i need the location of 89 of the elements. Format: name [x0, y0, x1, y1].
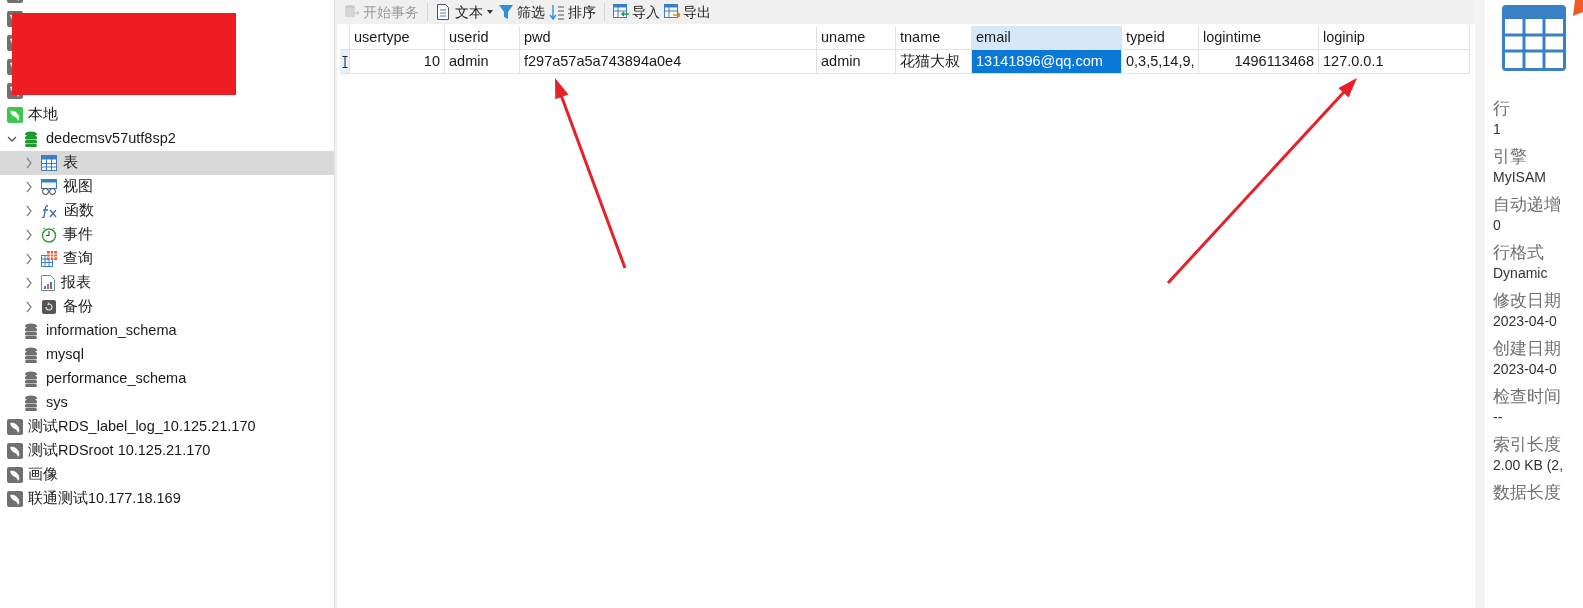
expand-chevron-icon [24, 155, 34, 171]
toolbar-button[interactable]: 筛选 [496, 1, 547, 23]
field-label: 引擎 [1493, 146, 1528, 168]
expand-chevron-icon [24, 179, 34, 195]
field-label: 自动递增 [1493, 194, 1562, 216]
tree-item[interactable]: 查询 [0, 247, 334, 271]
field-label: 行格式 [1493, 242, 1545, 264]
expand-chevron-icon [24, 203, 34, 219]
field-label: 创建日期 [1493, 338, 1562, 360]
tree-item[interactable]: 报表 [0, 271, 334, 295]
backup-icon [41, 299, 57, 315]
field-value: Dynamic [1493, 264, 1549, 282]
tree-item[interactable]: 备份 [0, 295, 334, 319]
view-icon [41, 179, 57, 195]
connection-icon [7, 467, 23, 483]
table-export-icon [664, 4, 680, 20]
field-label: 索引长度 [1493, 434, 1562, 456]
document-icon [436, 4, 452, 20]
expand-chevron-icon [24, 275, 34, 291]
database-icon [24, 323, 38, 339]
field-value: 2023-04-0 [1493, 360, 1558, 378]
expand-chevron-icon [24, 227, 34, 243]
column-header[interactable]: userid [445, 26, 520, 50]
field-label: 行 [1493, 98, 1511, 120]
field-value: 1 [1493, 120, 1502, 138]
column-header[interactable]: usertype [350, 26, 445, 50]
field-label: 数据长度 [1493, 482, 1562, 504]
clock-icon [41, 227, 57, 243]
connection-icon [7, 443, 23, 459]
table-import-icon [613, 4, 629, 20]
table-cell[interactable]: 10 [350, 50, 445, 74]
table-cell[interactable]: 1496113468 [1199, 50, 1319, 74]
column-header[interactable]: tname [896, 26, 972, 50]
table-cell[interactable]: 花猫大叔 [896, 50, 972, 74]
expand-chevron-icon [24, 251, 34, 267]
table-cell[interactable]: f297a57a5a743894a0e4 [520, 50, 817, 74]
toolbar-button[interactable]: 排序 [547, 1, 598, 23]
connection-icon [7, 491, 23, 507]
expand-chevron-icon [24, 299, 34, 315]
database-icon [24, 371, 38, 387]
tree-item[interactable]: 函数 [0, 199, 334, 223]
database-item[interactable]: mysql [0, 343, 334, 367]
database-item[interactable]: performance_schema [0, 367, 334, 391]
database-item[interactable]: sys [0, 391, 334, 415]
column-header[interactable]: uname [817, 26, 896, 50]
database-item[interactable]: information_schema [0, 319, 334, 343]
database-item[interactable]: dedecmsv57utf8sp2 [0, 127, 334, 151]
column-header[interactable]: logintime [1199, 26, 1319, 50]
database-arrow-icon [344, 4, 360, 20]
connection-item[interactable]: 测试RDSroot 10.125.21.170 [0, 439, 334, 463]
field-value: 2.00 KB (2, [1493, 456, 1565, 474]
tree-item[interactable]: 表 [0, 151, 334, 175]
table-cell[interactable]: 13141896@qq.com [972, 50, 1122, 74]
column-header[interactable]: email [972, 26, 1122, 50]
table-cell[interactable]: admin [445, 50, 520, 74]
report-icon [41, 275, 55, 291]
connection-item[interactable]: 测试RDS_label_log_10.125.21.170 [0, 415, 334, 439]
database-icon [24, 131, 38, 147]
table-icon [41, 155, 57, 171]
tree-item[interactable]: 视图 [0, 175, 334, 199]
filter-icon [498, 4, 514, 20]
database-icon [24, 395, 38, 411]
field-value: 0 [1493, 216, 1502, 234]
column-header[interactable]: loginip [1319, 26, 1470, 50]
tree-item[interactable]: 事件 [0, 223, 334, 247]
field-value: MyISAM [1493, 168, 1547, 186]
connection-item[interactable]: 联通测试10.177.18.169 [0, 487, 334, 511]
toolbar-button[interactable]: 导出 [662, 1, 713, 23]
table-cell[interactable]: admin [817, 50, 896, 74]
connection-item[interactable]: 本地 [0, 103, 334, 127]
column-header[interactable]: pwd [520, 26, 817, 50]
toolbar-button[interactable]: 导入 [611, 1, 662, 23]
connection-icon [7, 107, 23, 123]
field-label: 检查时间 [1493, 386, 1562, 408]
table-cell[interactable]: 0,3,5,14,9, [1122, 50, 1199, 74]
field-value: -- [1493, 408, 1504, 426]
field-label: 修改日期 [1493, 290, 1562, 312]
connection-item[interactable]: 画像 [0, 463, 334, 487]
table-cell[interactable]: 127.0.0.1 [1319, 50, 1470, 74]
field-value: 2023-04-0 [1493, 312, 1558, 330]
toolbar-button[interactable]: 文本 [434, 1, 496, 23]
connection-icon [7, 419, 23, 435]
row-header[interactable] [340, 50, 350, 74]
table-icon [1502, 5, 1566, 71]
sort-icon [549, 4, 565, 20]
column-header[interactable]: typeid [1122, 26, 1199, 50]
database-icon [24, 347, 38, 363]
function-icon [41, 204, 58, 218]
query-grid-icon [41, 251, 57, 267]
